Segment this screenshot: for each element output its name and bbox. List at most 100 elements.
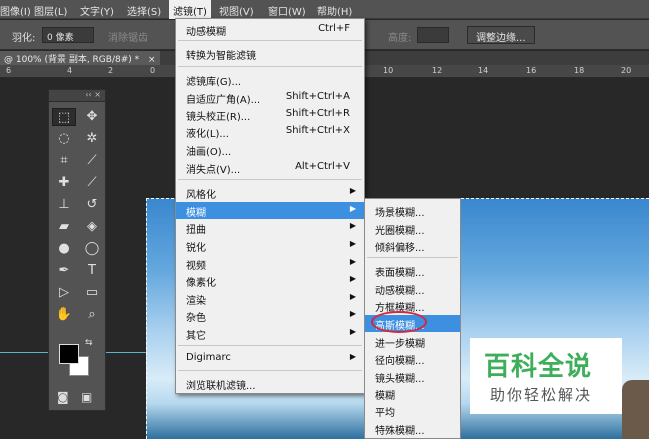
submenu-arrow-icon: ▶ [349, 309, 356, 318]
eraser-tool-icon[interactable]: ▰ [52, 218, 76, 236]
magic-wand-tool-icon[interactable]: ✲ [80, 130, 104, 148]
submenu-arrow-icon: ▶ [349, 292, 356, 301]
menu-item-browse-filters-online[interactable]: 浏览联机滤镜... [176, 375, 364, 392]
zoom-tool-icon[interactable]: ⌕ [80, 306, 104, 324]
menu-item-other[interactable]: 其它 ▶ [176, 325, 364, 342]
blur-tool-icon[interactable]: ● [52, 240, 76, 258]
type-tool-icon[interactable]: T [80, 262, 104, 280]
antialias-checkbox[interactable]: 消除锯齿 [108, 29, 148, 44]
menu-window[interactable]: 窗口(W) [268, 3, 306, 18]
menu-separator [178, 370, 362, 371]
menu-item-smart-blur[interactable]: 特殊模糊... [365, 420, 460, 437]
quick-mask-icon[interactable]: ◙ [57, 390, 69, 404]
menu-separator [178, 179, 362, 180]
dodge-tool-icon[interactable]: ◯ [80, 240, 104, 258]
foreground-color-swatch[interactable] [59, 344, 79, 364]
menu-item-lens-correction[interactable]: 镜头校正(R)... Shift+Ctrl+R [176, 106, 364, 123]
eyedropper-tool-icon[interactable]: ⟋ [80, 152, 104, 170]
menu-item-vanishing-point[interactable]: 消失点(V)... Alt+Ctrl+V [176, 159, 364, 176]
paint-bucket-tool-icon[interactable]: ◈ [80, 218, 104, 236]
ruler-tick: 10 [383, 66, 394, 75]
menu-item-render[interactable]: 渲染 ▶ [176, 290, 364, 307]
brush-tool-icon[interactable]: ⟋ [80, 174, 104, 192]
height-label: 高度: [388, 33, 412, 44]
menu-item-surface-blur[interactable]: 表面模糊... [365, 262, 460, 279]
menu-type[interactable]: 文字(Y) [80, 3, 114, 18]
submenu-arrow-icon: ▶ [349, 239, 356, 248]
menu-item-noise[interactable]: 杂色 ▶ [176, 307, 364, 324]
document-tab[interactable]: @ 100% (背景 副本, RGB/8#) * × [0, 51, 160, 65]
menu-item-convert-smart-filters[interactable]: 转换为智能滤镜 [176, 45, 364, 62]
stamp-tool-icon[interactable]: ⊥ [52, 196, 76, 214]
menu-item-digimarc[interactable]: Digimarc ▶ [176, 350, 364, 367]
submenu-arrow-icon: ▶ [349, 186, 356, 195]
hand-tool-icon[interactable]: ✋ [52, 306, 76, 324]
ruler-tick: 12 [432, 66, 443, 75]
menu-item-blur[interactable]: 模糊 [365, 385, 460, 402]
menu-filter[interactable]: 滤镜(T) [169, 0, 211, 19]
menu-item-lens-blur[interactable]: 镜头模糊... [365, 368, 460, 385]
path-selection-tool-icon[interactable]: ▷ [52, 284, 76, 302]
menu-item-radial-blur[interactable]: 径向模糊... [365, 350, 460, 367]
menu-separator [178, 345, 362, 346]
menu-help[interactable]: 帮助(H) [317, 3, 352, 18]
menu-select[interactable]: 选择(S) [127, 3, 161, 18]
ruler-tick: 0 [150, 66, 156, 75]
screen-mode-icon[interactable]: ▣ [81, 390, 92, 404]
menu-item-field-blur[interactable]: 场景模糊... [365, 202, 460, 219]
menu-item-stylize[interactable]: 风格化 ▶ [176, 184, 364, 201]
blur-submenu: 场景模糊... 光圈模糊... 倾斜偏移... 表面模糊... 动感模糊... … [364, 198, 461, 439]
menu-separator [367, 257, 458, 258]
menu-view[interactable]: 视图(V) [219, 3, 254, 18]
ruler-tick: 4 [67, 66, 73, 75]
move-tool-icon[interactable]: ✥ [80, 108, 104, 126]
tools-panel-header[interactable]: ‹‹ × [49, 90, 105, 102]
menu-item-motion-blur-last[interactable]: 动感模糊 Ctrl+F [176, 21, 364, 38]
menu-item-pixelate[interactable]: 像素化 ▶ [176, 272, 364, 289]
menu-item-video[interactable]: 视频 ▶ [176, 255, 364, 272]
menu-layer[interactable]: 图层(L) [34, 3, 67, 18]
menu-bar: 图像(I) 图层(L) 文字(Y) 选择(S) 滤镜(T) 视图(V) 窗口(W… [0, 0, 649, 19]
menu-item-blur-more[interactable]: 进一步模糊 [365, 333, 460, 350]
menu-item-distort[interactable]: 扭曲 ▶ [176, 219, 364, 236]
menu-separator [178, 66, 362, 67]
menu-item-tilt-shift[interactable]: 倾斜偏移... [365, 237, 460, 254]
healing-brush-tool-icon[interactable]: ✚ [52, 174, 76, 192]
marquee-tool-icon[interactable]: ⬚ [52, 108, 76, 126]
menu-item-motion-blur[interactable]: 动感模糊... [365, 280, 460, 297]
ruler-tick: 16 [526, 66, 537, 75]
pen-tool-icon[interactable]: ✒ [52, 262, 76, 280]
ruler-tick: 2 [108, 66, 114, 75]
menu-item-iris-blur[interactable]: 光圈模糊... [365, 220, 460, 237]
menu-item-filter-gallery[interactable]: 滤镜库(G)... [176, 71, 364, 88]
history-brush-tool-icon[interactable]: ↺ [80, 196, 104, 214]
feather-input[interactable]: 0 像素 [42, 27, 94, 43]
swap-colors-icon[interactable]: ⇆ [85, 338, 93, 348]
menu-item-gaussian-blur[interactable]: 高斯模糊... [365, 311, 460, 333]
submenu-arrow-icon: ▶ [349, 221, 356, 230]
lasso-tool-icon[interactable]: ◌ [52, 130, 76, 148]
rectangle-tool-icon[interactable]: ▭ [80, 284, 104, 302]
menu-item-liquify[interactable]: 液化(L)... Shift+Ctrl+X [176, 123, 364, 140]
submenu-arrow-icon: ▶ [349, 257, 356, 266]
menu-item-average[interactable]: 平均 [365, 402, 460, 419]
menu-item-adaptive-wide-angle[interactable]: 自适应广角(A)... Shift+Ctrl+A [176, 89, 364, 106]
submenu-arrow-icon: ▶ [349, 274, 356, 283]
menu-item-blur[interactable]: 模糊 ▶ [176, 202, 364, 219]
submenu-arrow-icon: ▶ [349, 352, 356, 361]
submenu-arrow-icon: ▶ [349, 327, 356, 336]
menu-item-oil-paint[interactable]: 油画(O)... [176, 141, 364, 158]
watermark: 百科全说 助你轻松解决 [470, 338, 622, 414]
ruler-tick: 20 [621, 66, 632, 75]
document-tab-title: @ 100% (背景 副本, RGB/8#) * [4, 55, 140, 65]
highlight-ellipse [371, 311, 427, 333]
crop-tool-icon[interactable]: ⌗ [52, 152, 76, 170]
feather-label: 羽化: [12, 33, 36, 44]
watermark-title: 百科全说 [484, 352, 593, 382]
menu-item-sharpen[interactable]: 锐化 ▶ [176, 237, 364, 254]
ruler-tick: 14 [478, 66, 489, 75]
refine-edge-button[interactable]: 调整边缘... [467, 26, 535, 44]
close-icon[interactable]: × [148, 55, 156, 65]
height-input[interactable] [417, 27, 449, 43]
menu-image[interactable]: 图像(I) [0, 3, 31, 18]
